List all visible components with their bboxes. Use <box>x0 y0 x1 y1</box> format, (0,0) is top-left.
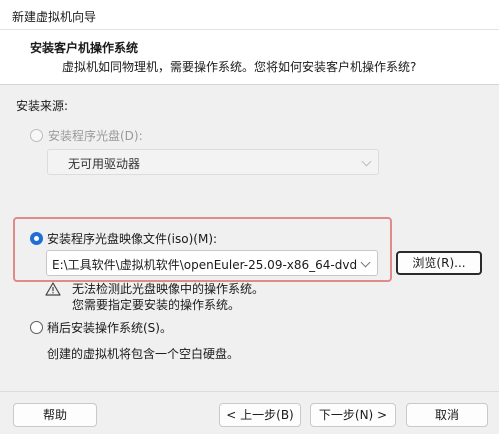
disc-radio[interactable] <box>30 129 43 142</box>
wizard-content: 安装来源: 安装程序光盘(D): 无可用驱动器 安装程序光盘映像文件(iso)(… <box>0 86 499 391</box>
chevron-down-icon <box>361 156 372 167</box>
browse-button[interactable]: 浏览(R)... <box>396 251 482 275</box>
iso-path-combobox[interactable]: E:\工具软件\虚拟机软件\openEuler-25.09-x86_64-dvd… <box>46 250 378 276</box>
install-later-radio[interactable] <box>30 321 43 334</box>
next-button[interactable]: 下一步(N) > <box>310 403 396 427</box>
warning-message: 无法检测此光盘映像中的操作系统。 您需要指定要安装的操作系统。 <box>72 281 264 313</box>
back-button[interactable]: < 上一步(B) <box>219 403 301 427</box>
page-title: 安装客户机操作系统 <box>30 41 139 55</box>
iso-radio[interactable] <box>30 232 43 245</box>
window-title: 新建虚拟机向导 <box>12 10 97 24</box>
install-later-label: 稍后安装操作系统(S)。 <box>47 321 172 335</box>
iso-path-value: E:\工具软件\虚拟机软件\openEuler-25.09-x86_64-dvd… <box>52 258 357 272</box>
wizard-header: 安装客户机操作系统 虚拟机如同物理机，需要操作系统。您将如何安装客户机操作系统? <box>0 30 499 85</box>
warning-icon <box>45 282 61 296</box>
wizard-footer: 帮助 < 上一步(B) 下一步(N) > 取消 <box>0 391 499 434</box>
warning-line-2: 您需要指定要安装的操作系统。 <box>72 298 241 312</box>
help-button[interactable]: 帮助 <box>13 403 97 427</box>
disc-radio-label: 安装程序光盘(D): <box>48 129 143 143</box>
warning-line-1: 无法检测此光盘映像中的操作系统。 <box>72 282 265 296</box>
iso-radio-label: 安装程序光盘映像文件(iso)(M): <box>47 232 218 246</box>
chevron-down-icon[interactable] <box>360 257 371 268</box>
install-source-label: 安装来源: <box>16 99 69 113</box>
cancel-button[interactable]: 取消 <box>406 403 488 427</box>
disc-drive-value: 无可用驱动器 <box>68 157 141 171</box>
install-later-description: 创建的虚拟机将包含一个空白硬盘。 <box>47 347 240 361</box>
title-bar: 新建虚拟机向导 <box>0 0 499 30</box>
page-subtitle: 虚拟机如同物理机，需要操作系统。您将如何安装客户机操作系统? <box>62 60 417 74</box>
disc-drive-select[interactable]: 无可用驱动器 <box>47 149 379 175</box>
